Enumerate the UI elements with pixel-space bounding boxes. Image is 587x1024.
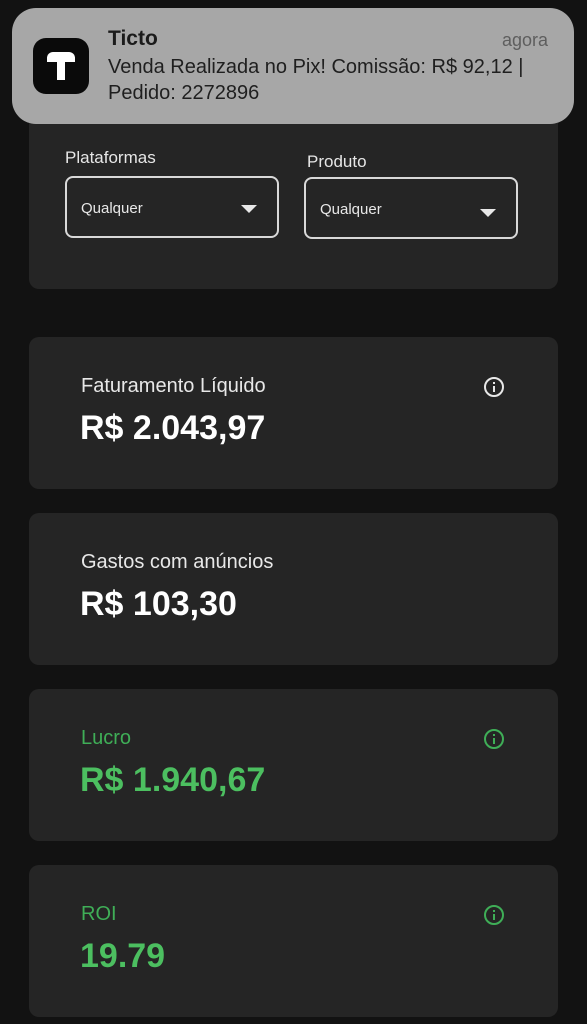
push-notification[interactable]: Ticto agora Venda Realizada no Pix! Comi… [12,8,574,124]
platforms-selected-value: Qualquer [81,200,143,217]
product-label: Produto [307,152,367,171]
net-revenue-card: Faturamento Líquido R$ 2.043,97 [29,337,558,489]
ad-spend-value: R$ 103,30 [80,585,237,623]
platforms-select[interactable]: Qualquer [65,176,279,238]
ad-spend-card: Gastos com anúncios R$ 103,30 [29,513,558,665]
ticto-logo-icon [33,38,89,94]
ad-spend-label: Gastos com anúncios [81,551,274,573]
product-select[interactable]: Qualquer [304,177,518,239]
chevron-down-icon [241,205,257,213]
profit-label: Lucro [81,727,132,749]
chevron-down-icon [480,209,496,217]
info-icon[interactable] [484,377,504,397]
notification-message: Venda Realizada no Pix! Comissão: R$ 92,… [108,56,524,104]
filter-card: Plataformas Produto Qualquer Qualquer [29,110,558,289]
info-icon[interactable] [484,905,504,925]
roi-label: ROI [81,903,117,925]
roi-card: ROI 19.79 [29,865,558,1017]
net-revenue-value: R$ 2.043,97 [80,409,266,447]
profit-card: Lucro R$ 1.940,67 [29,689,558,841]
net-revenue-label: Faturamento Líquido [81,375,266,397]
roi-value: 19.79 [80,937,166,975]
platforms-label: Plataformas [65,148,156,167]
info-icon[interactable] [484,729,504,749]
product-selected-value: Qualquer [320,201,382,218]
notification-app-name: Ticto [108,27,158,50]
profit-value: R$ 1.940,67 [80,761,266,799]
dashboard-screen: { "notification": { "app_name": "Ticto",… [0,0,587,1024]
notification-time: agora [501,30,548,50]
